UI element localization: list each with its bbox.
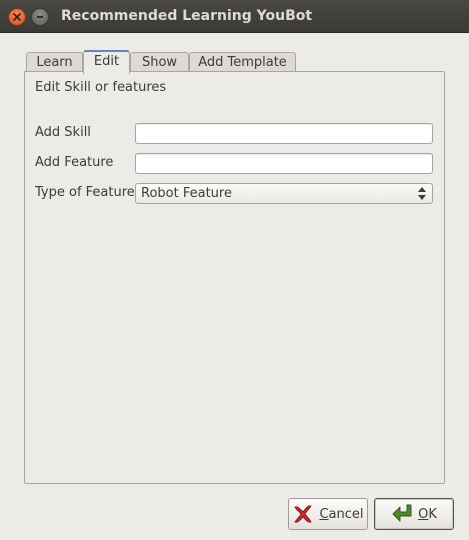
dialog-window: Recommended Learning YouBot Learn Edit S…: [0, 0, 469, 540]
type-of-feature-value: Robot Feature: [141, 186, 232, 201]
add-feature-input[interactable]: [135, 153, 433, 174]
window-close-button[interactable]: [8, 8, 26, 26]
ok-button[interactable]: OK: [374, 498, 454, 530]
add-skill-label: Add Skill: [35, 125, 91, 140]
close-icon: [13, 13, 21, 21]
add-skill-input[interactable]: [135, 123, 433, 144]
tab-add-template[interactable]: Add Template: [189, 52, 296, 72]
red-x-icon: [294, 505, 313, 523]
titlebar[interactable]: Recommended Learning YouBot: [0, 0, 469, 33]
edit-tab-panel: Edit Skill or features Add Skill Add Fea…: [24, 71, 445, 484]
tab-show[interactable]: Show: [130, 52, 189, 72]
type-of-feature-label: Type of Feature: [35, 185, 135, 200]
tab-edit[interactable]: Edit: [83, 50, 130, 74]
tab-learn[interactable]: Learn: [26, 52, 83, 72]
minimize-icon: [37, 16, 43, 18]
panel-heading: Edit Skill or features: [35, 80, 167, 95]
cancel-button[interactable]: Cancel: [288, 498, 368, 530]
window-minimize-button[interactable]: [31, 8, 49, 26]
updown-arrows-icon: [418, 187, 426, 200]
cancel-label: Cancel: [319, 506, 364, 522]
green-return-arrow-icon: [392, 504, 412, 522]
add-feature-label: Add Feature: [35, 155, 114, 170]
type-of-feature-select[interactable]: Robot Feature: [135, 183, 433, 204]
window-title: Recommended Learning YouBot: [61, 8, 313, 24]
ok-label: OK: [418, 506, 437, 522]
